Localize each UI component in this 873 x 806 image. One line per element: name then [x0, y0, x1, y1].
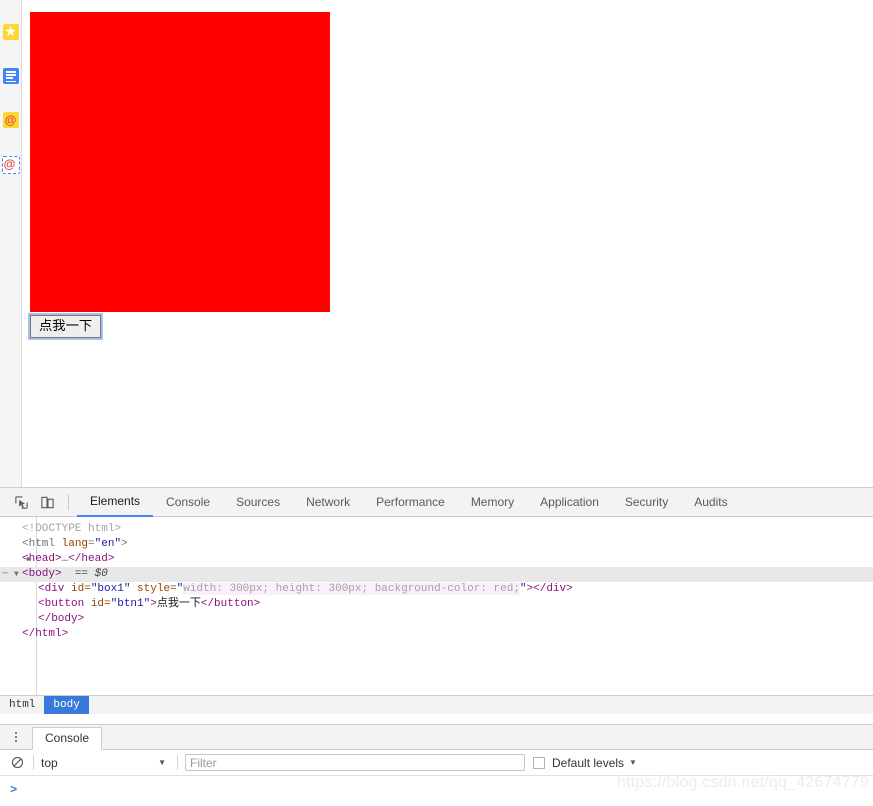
dom-line-body-close[interactable]: </body>: [0, 612, 873, 627]
tab-sources[interactable]: Sources: [223, 488, 293, 517]
clear-console-icon[interactable]: [8, 754, 26, 772]
console-prompt-chevron-icon: >: [10, 783, 18, 797]
drawer-tab-console[interactable]: Console: [32, 727, 103, 750]
dom-line-html-close[interactable]: </html>: [0, 627, 873, 642]
log-levels-checkbox[interactable]: [533, 756, 545, 769]
tab-security[interactable]: Security: [612, 488, 681, 517]
watermark: https://blog.csdn.net/qq_42674779: [616, 774, 869, 791]
console-filter-bar: top ▼ Default levels ▼: [0, 750, 873, 776]
star-icon-glyph: ★: [4, 23, 17, 39]
tab-performance[interactable]: Performance: [363, 488, 458, 517]
at-icon-glyph: @: [3, 157, 16, 171]
breadcrumb: html body: [0, 695, 873, 714]
console-filter-input[interactable]: [185, 754, 525, 771]
devtools-toolbar: Elements Console Sources Network Perform…: [0, 488, 873, 517]
console-context-value: top: [41, 755, 58, 770]
star-icon[interactable]: ★: [2, 23, 19, 40]
more-options-icon[interactable]: [6, 730, 26, 744]
console-context-select[interactable]: top ▼: [41, 756, 170, 770]
dom-line-button-btn1[interactable]: <button id="btn1">点我一下</button>: [0, 597, 873, 612]
inspect-element-icon[interactable]: [8, 489, 34, 515]
inspect-element-icon-svg: [14, 495, 28, 509]
tab-elements[interactable]: Elements: [77, 488, 154, 517]
tab-application[interactable]: Application: [527, 488, 612, 517]
tab-audits[interactable]: Audits: [681, 488, 740, 517]
dom-line-div-box1[interactable]: <div id="box1" style="width: 300px; heig…: [0, 582, 873, 597]
weibo-icon[interactable]: @: [2, 112, 19, 128]
chevron-down-icon: ▼: [158, 758, 166, 767]
dom-line-body-open[interactable]: ⋯ ▼ <body> == $0: [0, 567, 873, 582]
drawer-tab-bar: Console: [0, 725, 873, 750]
document-icon[interactable]: [2, 68, 19, 84]
click-me-button[interactable]: 点我一下: [27, 313, 104, 340]
clear-console-icon-svg: [11, 756, 23, 769]
dom-line-html-open[interactable]: <html lang="en">: [0, 537, 873, 552]
dom-line-head[interactable]: ▶ <head>…</head>: [0, 552, 873, 567]
toolbar-divider: [68, 494, 69, 510]
breadcrumb-item-body[interactable]: body: [44, 696, 89, 714]
devtools-tab-bar: Elements Console Sources Network Perform…: [77, 488, 741, 517]
filterbar-divider-1: [33, 755, 34, 770]
div-style-value: width: 300px; height: 300px; background-…: [183, 583, 520, 595]
console-drawer: Console top ▼ Default levels ▼: [0, 724, 873, 806]
device-toolbar-icon[interactable]: [34, 489, 60, 515]
dom-tree[interactable]: <!DOCTYPE html> <html lang="en"> ▶ <head>…: [0, 517, 873, 714]
collapse-body-triangle[interactable]: ▼: [14, 567, 19, 582]
button-text-node: 点我一下: [156, 598, 201, 610]
devtools-panel: Elements Console Sources Network Perform…: [0, 487, 873, 806]
default-levels-select[interactable]: Default levels ▼: [552, 756, 637, 770]
tab-memory[interactable]: Memory: [458, 488, 527, 517]
page-viewport: 点我一下: [22, 0, 873, 487]
breadcrumb-item-html[interactable]: html: [0, 696, 44, 714]
default-levels-label: Default levels: [552, 755, 625, 770]
chevron-down-icon: ▼: [629, 758, 637, 767]
weibo-icon-glyph: @: [4, 113, 17, 127]
tab-network[interactable]: Network: [293, 488, 363, 517]
red-box: [30, 12, 330, 312]
tab-console[interactable]: Console: [153, 488, 223, 517]
expand-head-triangle[interactable]: ▶: [27, 552, 32, 567]
dom-line-doctype[interactable]: <!DOCTYPE html>: [0, 522, 873, 537]
at-icon[interactable]: @: [1, 156, 20, 174]
truncation-ellipsis: ⋯: [2, 569, 9, 580]
device-toolbar-icon-svg: [40, 496, 54, 508]
filterbar-divider-2: [177, 755, 178, 770]
document-icon-lines: [5, 71, 16, 83]
